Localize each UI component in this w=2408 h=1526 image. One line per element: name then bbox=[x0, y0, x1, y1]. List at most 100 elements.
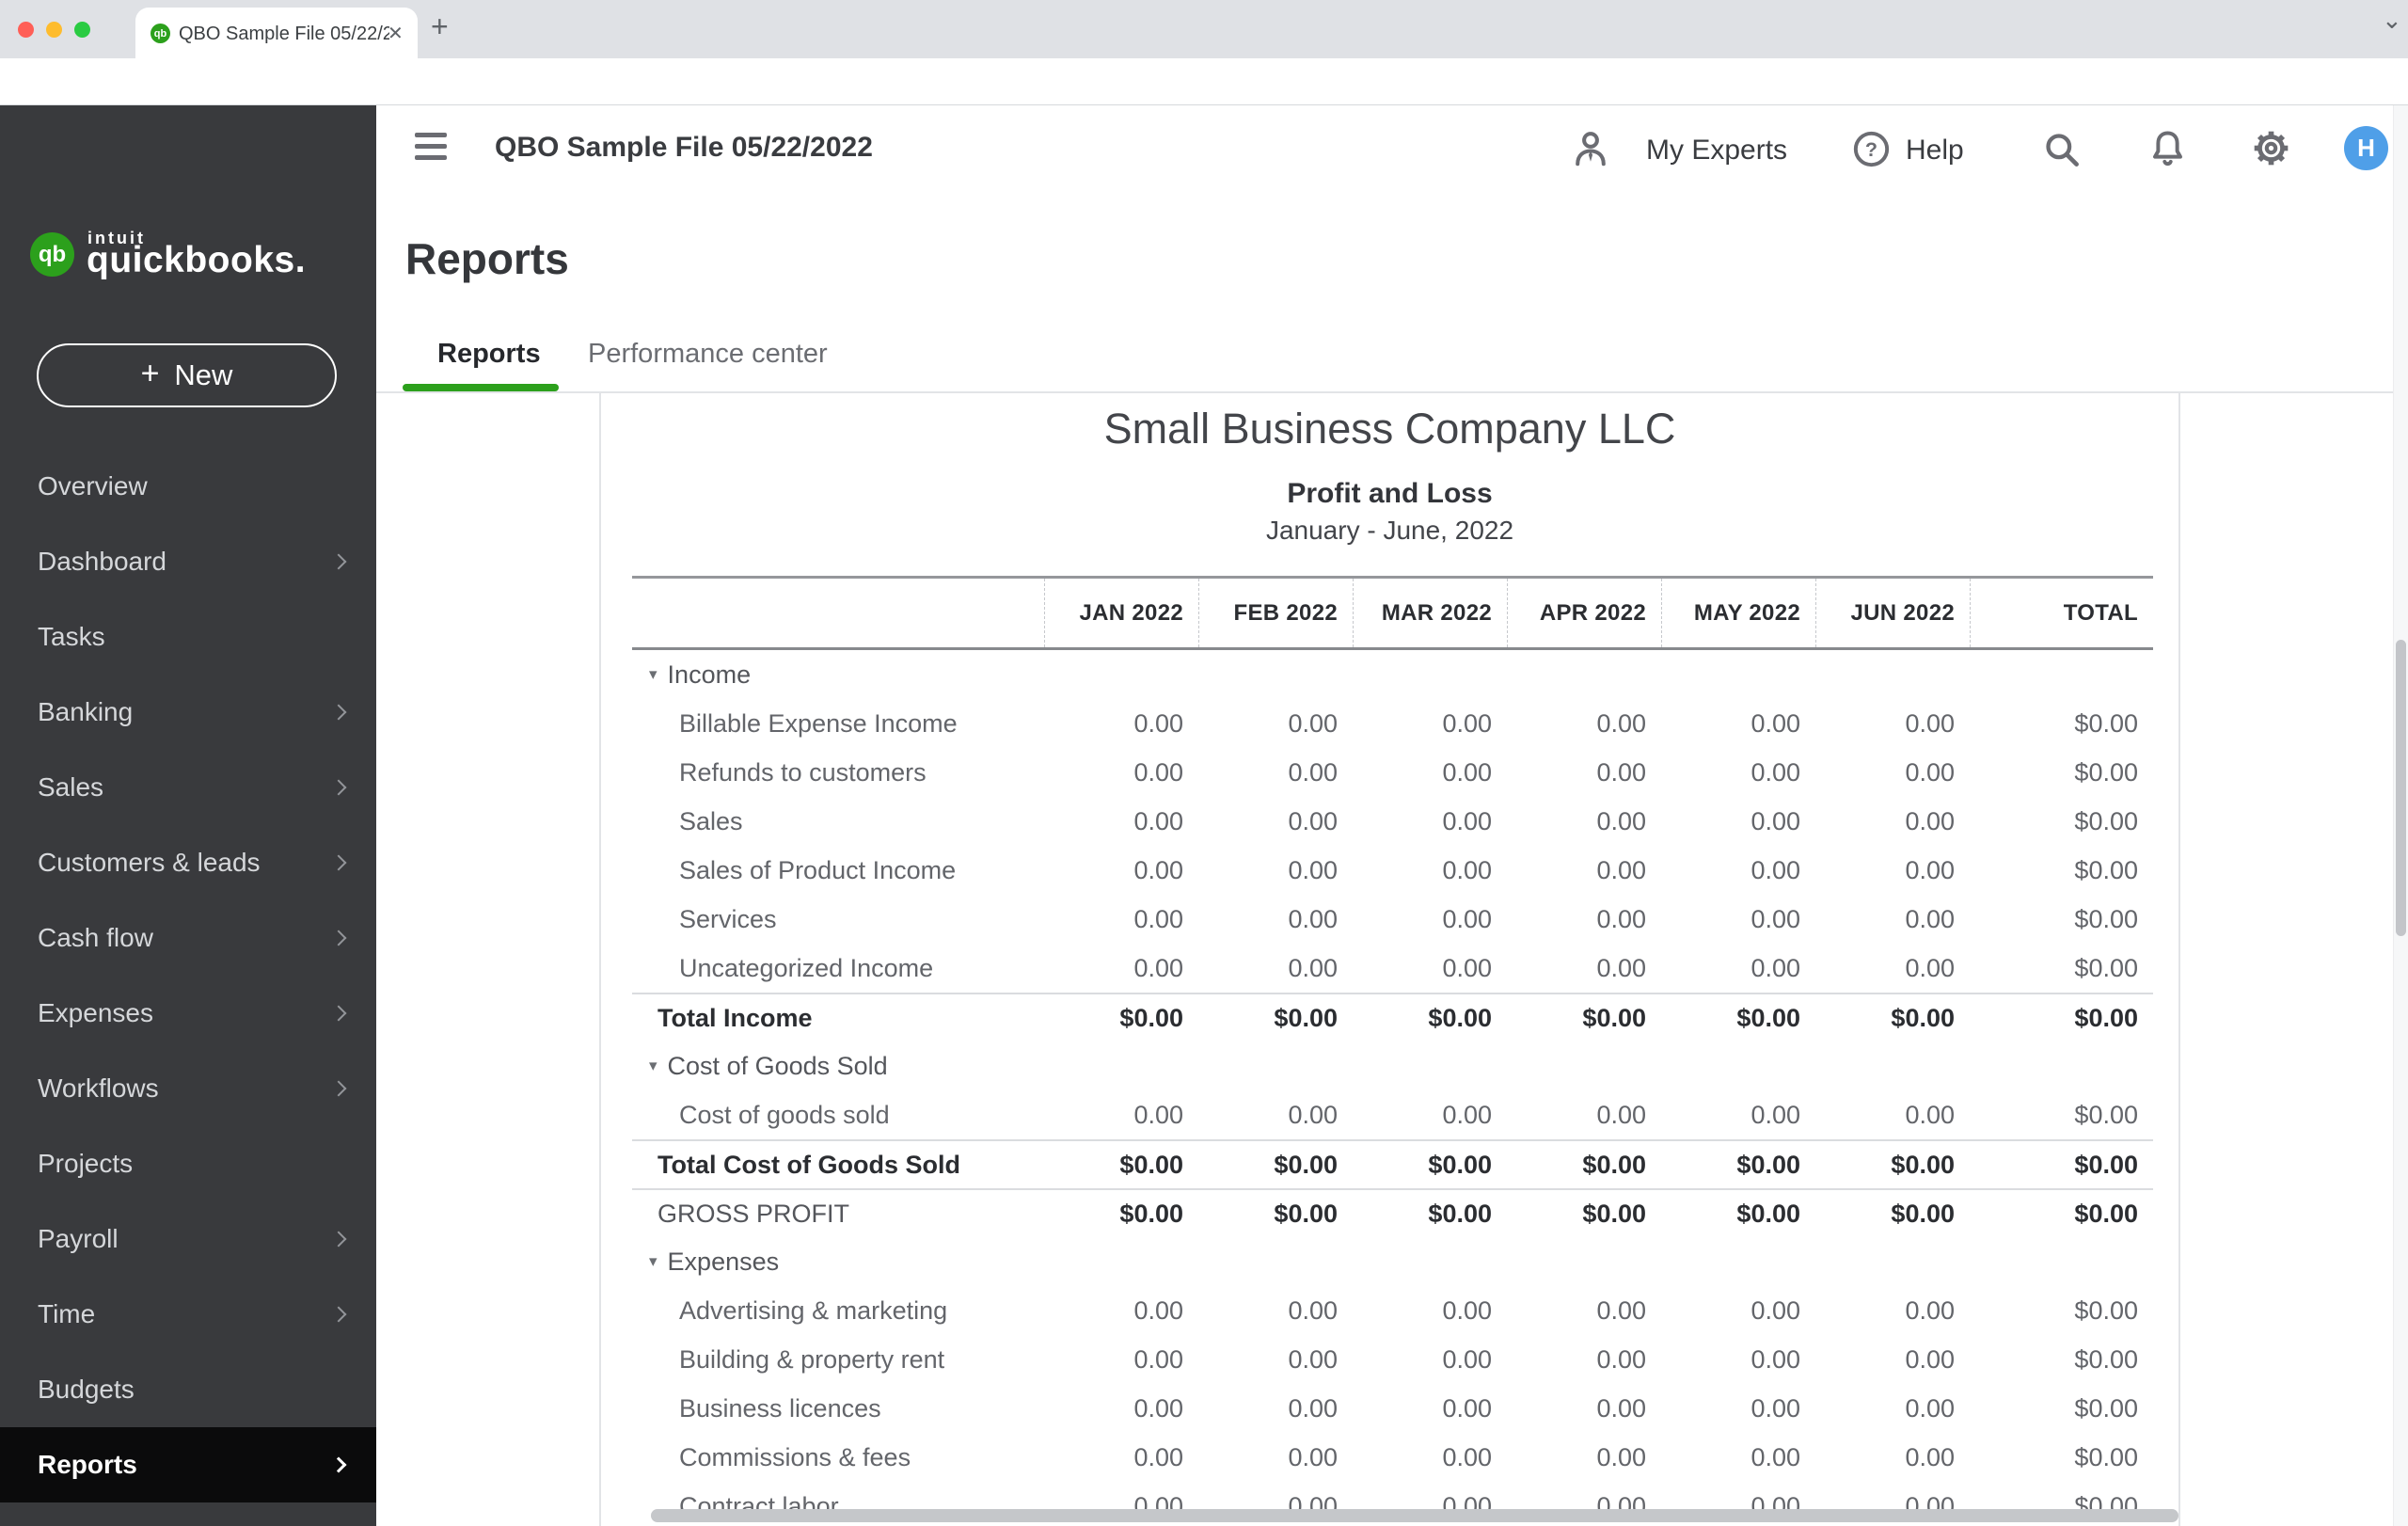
new-button[interactable]: + New bbox=[37, 343, 337, 407]
collapse-triangle-icon[interactable]: ▾ bbox=[649, 1252, 657, 1271]
vertical-scrollbar-thumb[interactable] bbox=[2396, 640, 2406, 936]
cell-value: $0.00 bbox=[1970, 709, 2153, 739]
cell-value: 0.00 bbox=[1507, 1296, 1661, 1326]
sidebar-item-overview[interactable]: Overview bbox=[0, 449, 376, 524]
tab-close-icon[interactable]: ✕ bbox=[388, 22, 404, 45]
sidebar-item-label: Customers & leads bbox=[38, 848, 261, 878]
cell-value: 0.00 bbox=[1198, 856, 1353, 885]
cell-value: 0.00 bbox=[1198, 1101, 1353, 1130]
cell-value: 0.00 bbox=[1198, 1443, 1353, 1472]
cell-value: 0.00 bbox=[1198, 709, 1353, 739]
row-label: Billable Expense Income bbox=[632, 709, 1044, 739]
table-row: Building & property rent0.000.000.000.00… bbox=[632, 1335, 2153, 1384]
cell-value: 0.00 bbox=[1661, 1345, 1815, 1375]
browser-tab[interactable]: qb QBO Sample File 05/22/2022 - ✕ bbox=[135, 8, 418, 58]
cell-value: $0.00 bbox=[1815, 1151, 1970, 1180]
table-row: Billable Expense Income0.000.000.000.000… bbox=[632, 699, 2153, 748]
tab-performance-center[interactable]: Performance center bbox=[588, 339, 828, 370]
cell-value: $0.00 bbox=[1970, 905, 2153, 934]
sidebar-nav: Overview Dashboard TasksBankingSales Custom… bbox=[0, 449, 376, 1526]
table-row: GROSS PROFIT$0.00$0.00$0.00$0.00$0.00$0.… bbox=[632, 1188, 2153, 1237]
sidebar-item-projects[interactable]: Projects bbox=[0, 1126, 376, 1201]
traffic-light-fullscreen[interactable] bbox=[74, 22, 90, 38]
sidebar-item-payroll[interactable]: Payroll bbox=[0, 1201, 376, 1277]
row-label: Sales bbox=[632, 807, 1044, 836]
column-header: JAN 2022 bbox=[1044, 579, 1198, 647]
row-label: Uncategorized Income bbox=[632, 954, 1044, 983]
search-icon[interactable] bbox=[2041, 129, 2082, 169]
report-header-row: JAN 2022FEB 2022MAR 2022APR 2022MAY 2022… bbox=[632, 579, 2153, 650]
sidebar-item-label: Projects bbox=[38, 1149, 133, 1179]
collapse-triangle-icon[interactable]: ▾ bbox=[649, 1057, 657, 1075]
sidebar-item-banking[interactable]: Banking bbox=[0, 675, 376, 750]
cell-value: $0.00 bbox=[1044, 1151, 1198, 1180]
cell-value: 0.00 bbox=[1198, 1345, 1353, 1375]
cell-value: $0.00 bbox=[1970, 1004, 2153, 1033]
tab-reports[interactable]: Reports bbox=[437, 339, 541, 370]
tab-title: QBO Sample File 05/22/2022 - bbox=[179, 24, 389, 46]
row-label: Income bbox=[668, 660, 752, 690]
cell-value: 0.00 bbox=[1353, 1394, 1507, 1423]
sidebar-item-label: Time bbox=[38, 1299, 95, 1329]
sidebar-item-label: Dashboard bbox=[38, 547, 166, 577]
chevron-right-icon bbox=[331, 1457, 347, 1473]
sidebar-item-sales[interactable]: Sales bbox=[0, 750, 376, 825]
cell-value: $0.00 bbox=[1661, 1200, 1815, 1229]
sidebar-item-tasks[interactable]: Tasks bbox=[0, 599, 376, 675]
help-icon[interactable]: ? bbox=[1851, 129, 1892, 169]
cell-value: 0.00 bbox=[1661, 807, 1815, 836]
sidebar-item-time[interactable]: Time bbox=[0, 1277, 376, 1352]
report-panel: Small Business Company LLC Profit and Lo… bbox=[599, 393, 2180, 1526]
cell-value: $0.00 bbox=[1507, 1004, 1661, 1033]
column-header-empty bbox=[632, 579, 1044, 647]
row-label: GROSS PROFIT bbox=[632, 1200, 1044, 1229]
sidebar-item-reports[interactable]: Reports bbox=[0, 1427, 376, 1502]
table-row: Business licences0.000.000.000.000.000.0… bbox=[632, 1384, 2153, 1433]
cell-value: 0.00 bbox=[1507, 954, 1661, 983]
cell-value: 0.00 bbox=[1507, 905, 1661, 934]
chevron-right-icon bbox=[331, 1006, 347, 1022]
cell-value: 0.00 bbox=[1353, 1345, 1507, 1375]
row-label: Building & property rent bbox=[632, 1345, 1044, 1375]
cell-value: 0.00 bbox=[1353, 954, 1507, 983]
cell-value: $0.00 bbox=[1353, 1200, 1507, 1229]
my-experts-person-icon[interactable] bbox=[1569, 126, 1612, 171]
table-row: Advertising & marketing0.000.000.000.000… bbox=[632, 1286, 2153, 1335]
table-row: Refunds to customers0.000.000.000.000.00… bbox=[632, 748, 2153, 797]
table-row: Sales of Product Income0.000.000.000.000… bbox=[632, 846, 2153, 895]
cell-value: 0.00 bbox=[1198, 807, 1353, 836]
cell-value: $0.00 bbox=[1970, 1200, 2153, 1229]
sidebar-item-taxes[interactable]: Taxes bbox=[0, 1502, 376, 1526]
sidebar-item-expenses[interactable]: Expenses bbox=[0, 976, 376, 1051]
cell-value: 0.00 bbox=[1198, 1394, 1353, 1423]
sidebar-item-budgets[interactable]: Budgets bbox=[0, 1352, 376, 1427]
help-label[interactable]: Help bbox=[1906, 135, 1964, 167]
horizontal-scrollbar-thumb[interactable] bbox=[651, 1509, 2178, 1522]
cell-value: 0.00 bbox=[1353, 1296, 1507, 1326]
cell-value: 0.00 bbox=[1353, 1443, 1507, 1472]
my-experts-label[interactable]: My Experts bbox=[1646, 135, 1787, 167]
sidebar-item-workflows[interactable]: Workflows bbox=[0, 1051, 376, 1126]
cell-value: 0.00 bbox=[1044, 807, 1198, 836]
sidebar: qb intuit quickbooks. + New OverviewDash… bbox=[0, 105, 376, 1526]
cell-value: 0.00 bbox=[1353, 807, 1507, 836]
traffic-light-close[interactable] bbox=[18, 22, 34, 38]
sidebar-item-cash-flow[interactable]: Cash flow bbox=[0, 900, 376, 976]
sidebar-item-dashboard[interactable]: Dashboard bbox=[0, 524, 376, 599]
new-tab-button[interactable]: + bbox=[431, 9, 449, 44]
hamburger-menu-icon[interactable] bbox=[415, 133, 447, 161]
user-avatar[interactable]: H bbox=[2344, 126, 2388, 170]
cell-value: 0.00 bbox=[1661, 1296, 1815, 1326]
tabstrip-chevron-icon[interactable]: ⌄ bbox=[2382, 6, 2402, 35]
column-header: MAR 2022 bbox=[1353, 579, 1507, 647]
collapse-triangle-icon[interactable]: ▾ bbox=[649, 665, 657, 684]
cell-value: 0.00 bbox=[1661, 905, 1815, 934]
traffic-light-minimize[interactable] bbox=[46, 22, 62, 38]
settings-gear-icon[interactable] bbox=[2250, 127, 2292, 169]
sidebar-item-label: Cash flow bbox=[38, 923, 153, 953]
cell-value: $0.00 bbox=[1970, 758, 2153, 787]
cell-value: 0.00 bbox=[1044, 1345, 1198, 1375]
notifications-bell-icon[interactable] bbox=[2147, 127, 2189, 170]
sidebar-item-customers-leads[interactable]: Customers & leads bbox=[0, 825, 376, 900]
chevron-right-icon bbox=[331, 855, 347, 871]
